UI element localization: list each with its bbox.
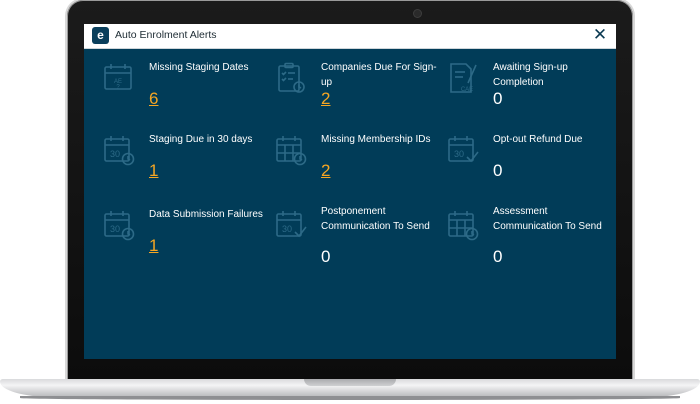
laptop-notch (304, 379, 396, 386)
alert-count: 0 (321, 247, 331, 266)
alert-count: 0 (493, 161, 503, 180)
calendar-30-check-icon: 30 (276, 211, 307, 238)
alert-count-link[interactable]: 2 (321, 161, 330, 181)
alert-companies-due-for-sign-up: Companies Due For Sign-up 2 (274, 61, 444, 127)
close-icon[interactable]: ✕ (590, 25, 610, 45)
document-pen-cae-icon: CAE (450, 63, 477, 93)
camera-dot (414, 10, 421, 17)
calendar-grid-clock-icon (448, 211, 479, 241)
svg-text:CAE: CAE (461, 87, 473, 93)
calendar-30-clock-icon: 30 (104, 136, 135, 166)
alert-label: Assessment Communication To Send (493, 206, 602, 232)
svg-text:30: 30 (282, 224, 292, 234)
alert-count: 0 (493, 247, 503, 266)
alert-label: Data Submission Failures (149, 209, 263, 220)
calendar-30-clock-icon: 30 (104, 211, 135, 241)
alert-label: Companies Due For Sign-up (321, 62, 437, 88)
app-logo-icon: e (92, 27, 109, 44)
alert-label: Missing Membership IDs (321, 134, 431, 145)
alert-opt-out-refund-due: 30 Opt-out Refund Due 0 (446, 133, 616, 199)
alert-missing-staging-dates: AE ? Missing Staging Dates 6 (102, 61, 272, 127)
alert-postponement-communication-to-send: 30 Postponement Communication To Send 0 (274, 205, 444, 271)
window-title: Auto Enrolment Alerts (115, 29, 217, 41)
alert-count-link[interactable]: 2 (321, 89, 330, 109)
alert-count-link[interactable]: 1 (149, 236, 158, 256)
alert-staging-due-in-30-days: 30 Staging Due in 30 days 1 (102, 133, 272, 199)
alert-count-link[interactable]: 1 (149, 161, 158, 181)
clipboard-checklist-clock-icon (278, 62, 305, 93)
alert-awaiting-sign-up-completion: CAE Awaiting Sign-up Completion 0 (446, 61, 616, 127)
alert-label: Postponement Communication To Send (321, 206, 430, 232)
alert-count-link[interactable]: 6 (149, 89, 158, 109)
alert-label: Awaiting Sign-up Completion (493, 62, 568, 88)
alert-missing-membership-ids: Missing Membership IDs 2 (274, 133, 444, 199)
alert-label: Staging Due in 30 days (149, 134, 253, 145)
svg-text:30: 30 (454, 149, 464, 159)
laptop-foot (20, 396, 680, 400)
alert-assessment-communication-to-send: Assessment Communication To Send 0 (446, 205, 616, 271)
svg-text:30: 30 (110, 224, 120, 234)
svg-text:30: 30 (110, 149, 120, 159)
alerts-window: e Auto Enrolment Alerts ✕ AE ? Missing S… (84, 24, 616, 359)
calendar-ae-question-icon: AE ? (104, 64, 132, 91)
window-titlebar: e Auto Enrolment Alerts ✕ (84, 24, 616, 49)
alert-count: 0 (493, 89, 503, 108)
alert-data-submission-failures: 30 Data Submission Failures 1 (102, 208, 272, 274)
alert-label: Opt-out Refund Due (493, 134, 583, 145)
calendar-30-check-icon: 30 (448, 136, 479, 163)
alert-label: Missing Staging Dates (149, 62, 249, 73)
calendar-grid-clock-icon (276, 136, 307, 166)
